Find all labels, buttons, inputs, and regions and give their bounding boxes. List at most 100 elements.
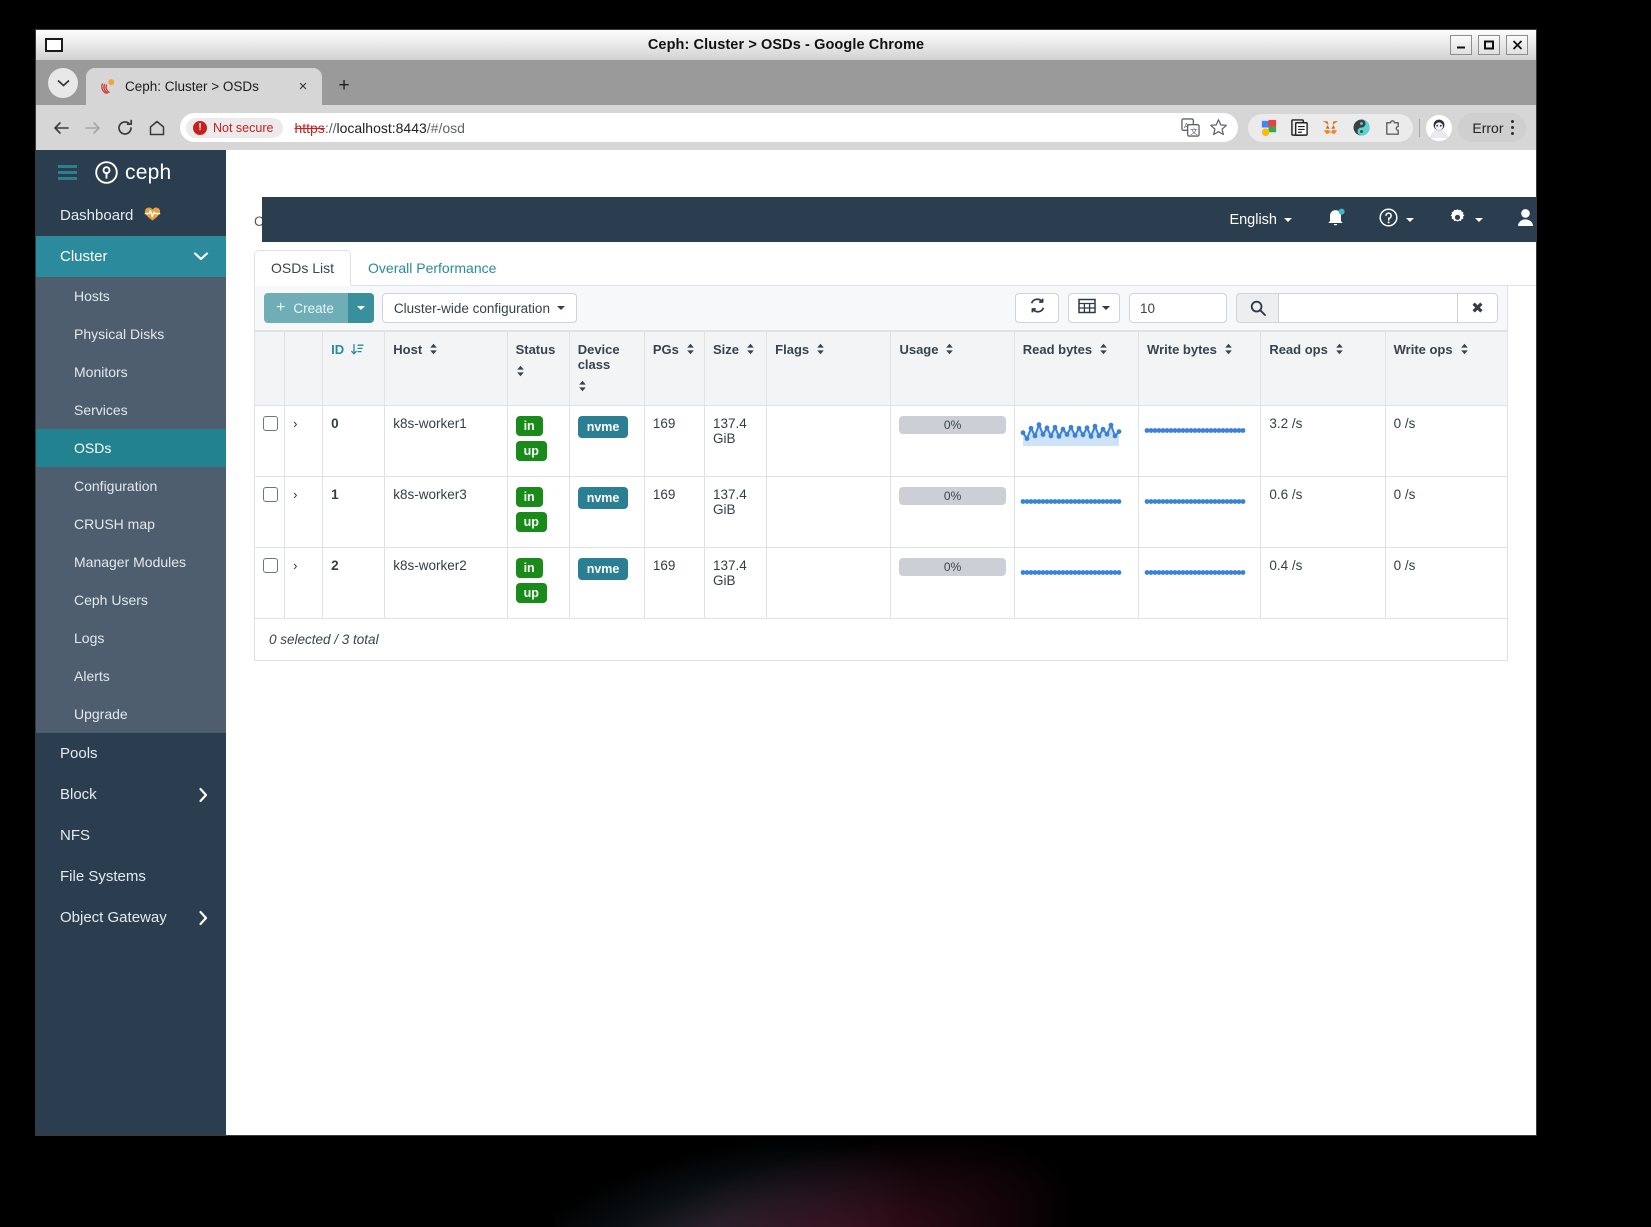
refresh-button[interactable]	[1015, 293, 1059, 323]
row-select-cell[interactable]	[253, 476, 286, 548]
row-select-cell[interactable]	[253, 547, 286, 619]
bell-icon[interactable]	[1326, 207, 1345, 232]
th-size[interactable]: Size	[704, 331, 768, 406]
column-selector-button[interactable]	[1068, 293, 1120, 323]
tab-overall-performance[interactable]: Overall Performance	[351, 250, 513, 286]
language-selector[interactable]: English	[1229, 212, 1292, 228]
th-read-bytes[interactable]: Read bytes	[1013, 331, 1140, 406]
tab-osds-list[interactable]: OSDs List	[254, 250, 352, 286]
table-row[interactable]: › 0 k8s-worker1 in up nvme 169 137.4 GiB 0% 3.2 /…	[253, 405, 1509, 477]
forward-button[interactable]	[78, 113, 108, 143]
sidebar-item-file-systems[interactable]: File Systems	[36, 856, 226, 897]
row-expand-cell[interactable]: ›	[284, 547, 324, 619]
sidebar-item-block[interactable]: Block	[36, 774, 226, 815]
error-status-pill[interactable]: Error	[1458, 113, 1526, 142]
clear-search-button[interactable]: ✖	[1458, 293, 1498, 323]
sidebar-item-object-gateway[interactable]: Object Gateway	[36, 897, 226, 938]
help-menu[interactable]	[1379, 207, 1414, 232]
extensions-puzzle-icon[interactable]	[1383, 118, 1402, 137]
page-limit-input[interactable]: 10	[1129, 293, 1227, 323]
google-lens-icon[interactable]	[1259, 118, 1278, 137]
th-host[interactable]: Host	[384, 331, 508, 406]
th-read-ops[interactable]: Read ops	[1260, 331, 1386, 406]
new-tab-button[interactable]: +	[330, 71, 358, 99]
sidebar-item-dashboard[interactable]: Dashboard	[36, 195, 226, 236]
th-write-bytes[interactable]: Write bytes	[1138, 331, 1262, 406]
sidebar-item-monitors[interactable]: Monitors	[36, 353, 226, 391]
sidebar-item-label: Physical Disks	[74, 326, 165, 342]
sidebar-item-pools[interactable]: Pools	[36, 733, 226, 774]
profile-avatar[interactable]	[1426, 114, 1453, 141]
row-expand-cell[interactable]: ›	[284, 405, 324, 477]
yin-yang-icon[interactable]	[1352, 118, 1371, 137]
chevron-right-icon[interactable]: ›	[293, 416, 314, 431]
sidebar-item-ceph-users[interactable]: Ceph Users	[36, 581, 226, 619]
sidebar-item-crush-map[interactable]: CRUSH map	[36, 505, 226, 543]
search-icon[interactable]	[1236, 293, 1278, 323]
th-flags[interactable]: Flags	[766, 331, 892, 406]
sidebar-item-physical-disks[interactable]: Physical Disks	[36, 315, 226, 353]
search-input[interactable]	[1278, 293, 1458, 323]
th-device-class[interactable]: Device class	[568, 331, 645, 406]
star-icon[interactable]	[1209, 118, 1228, 137]
th-status[interactable]: Status	[506, 331, 570, 406]
sidebar-item-services[interactable]: Services	[36, 391, 226, 429]
th-label: Read ops	[1269, 342, 1328, 357]
row-checkbox[interactable]	[263, 558, 278, 573]
sidebar-item-logs[interactable]: Logs	[36, 619, 226, 657]
ceph-favicon	[99, 78, 116, 95]
sidebar-item-manager-modules[interactable]: Manager Modules	[36, 543, 226, 581]
cell-read-bytes	[1013, 547, 1140, 619]
create-button[interactable]: + Create	[264, 293, 349, 323]
address-bar[interactable]: ! Not secure https://localhost:8443/#/os…	[180, 113, 1239, 142]
metamask-fox-icon[interactable]	[1321, 118, 1340, 137]
sidebar-item-alerts[interactable]: Alerts	[36, 657, 226, 695]
chevron-right-icon[interactable]: ›	[293, 558, 314, 573]
cluster-wide-configuration-dropdown[interactable]: Cluster-wide configuration	[381, 293, 577, 323]
maximize-button[interactable]	[1478, 35, 1500, 55]
back-button[interactable]	[46, 113, 76, 143]
status-badge: up	[515, 512, 547, 532]
th-usage[interactable]: Usage	[890, 331, 1015, 406]
row-select-cell[interactable]	[253, 405, 286, 477]
cell-write-bytes	[1138, 405, 1262, 477]
create-dropdown-button[interactable]	[347, 293, 374, 323]
kebab-menu-icon[interactable]	[1508, 119, 1518, 136]
sidebar-item-upgrade[interactable]: Upgrade	[36, 695, 226, 733]
reload-icon[interactable]	[110, 113, 140, 143]
tab-title: Ceph: Cluster > OSDs	[125, 79, 259, 94]
chevron-down-icon	[1102, 306, 1110, 310]
sidebar-item-hosts[interactable]: Hosts	[36, 277, 226, 315]
browser-tab[interactable]: Ceph: Cluster > OSDs ×	[86, 68, 322, 105]
table-row[interactable]: › 1 k8s-worker3 in up nvme 169 137.4 GiB 0% 0.6 /…	[253, 476, 1509, 548]
chevron-right-icon[interactable]: ›	[293, 487, 314, 502]
th-label: Device class	[577, 342, 620, 372]
row-expand-cell[interactable]: ›	[284, 476, 324, 548]
not-secure-badge[interactable]: ! Not secure	[186, 117, 284, 138]
sidebar-item-nfs[interactable]: NFS	[36, 815, 226, 856]
translate-icon[interactable]: A文	[1181, 118, 1201, 137]
close-button[interactable]	[1506, 35, 1528, 55]
th-write-ops[interactable]: Write ops	[1384, 331, 1509, 406]
settings-menu[interactable]	[1448, 208, 1483, 232]
sidebar-item-configuration[interactable]: Configuration	[36, 467, 226, 505]
sidebar-item-cluster[interactable]: Cluster	[36, 236, 226, 277]
sidebar-item-osds[interactable]: OSDs	[36, 429, 226, 467]
th-id[interactable]: ID	[322, 331, 386, 406]
hamburger-icon[interactable]	[58, 165, 77, 180]
home-icon[interactable]	[142, 113, 172, 143]
tab-close-icon[interactable]: ×	[294, 79, 312, 94]
th-label: PGs	[652, 342, 679, 357]
copy-pages-icon[interactable]	[1290, 118, 1309, 137]
user-icon	[1517, 208, 1534, 232]
row-checkbox[interactable]	[263, 487, 278, 502]
sort-icon	[429, 343, 438, 358]
table-row[interactable]: › 2 k8s-worker2 in up nvme 169 137.4 GiB 0% 0.4 /…	[253, 547, 1509, 619]
tab-search-icon[interactable]	[48, 68, 78, 98]
th-pgs[interactable]: PGs	[643, 331, 706, 406]
row-checkbox[interactable]	[263, 416, 278, 431]
sidebar-item-label: Hosts	[74, 288, 110, 304]
minimize-button[interactable]	[1450, 35, 1472, 55]
user-menu[interactable]	[1517, 208, 1536, 232]
sidebar-item-label: Object Gateway	[60, 909, 167, 926]
